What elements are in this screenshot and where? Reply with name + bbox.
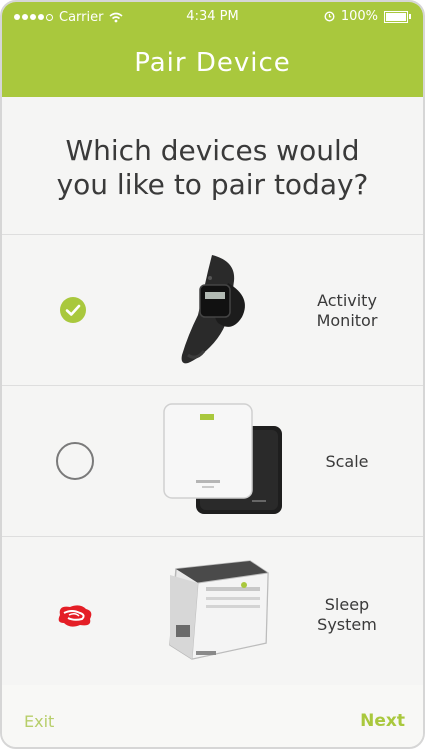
device-label: Scale: [325, 452, 369, 471]
device-row-activity-monitor[interactable]: Activity Monitor: [2, 235, 423, 385]
battery-tip: [409, 14, 411, 19]
alarm-icon: [324, 11, 335, 22]
device-row-sleep-system[interactable]: Sleep System: [2, 537, 423, 687]
sleep-system-device-icon: [169, 560, 269, 660]
page-title: Pair Device: [134, 48, 291, 78]
device-label: Sleep System: [317, 595, 377, 634]
battery-icon: [384, 10, 408, 23]
prompt-line-1: Which devices would: [65, 134, 360, 167]
exit-button[interactable]: Exit: [24, 712, 54, 731]
battery-group: 100%: [324, 9, 411, 24]
smart-scale-icon: [163, 403, 282, 514]
phone-screen: Carrier 4:34 PM 100% Pair Device Which d…: [0, 0, 425, 749]
prompt-line-2: you like to pair today?: [56, 168, 369, 201]
scribble-mark-icon[interactable]: [54, 601, 96, 629]
device-row-scale[interactable]: Scale: [2, 386, 423, 536]
footer-bar: Exit Next: [2, 685, 423, 747]
pair-prompt: Which devices would you like to pair tod…: [2, 134, 423, 202]
status-bar: Carrier 4:34 PM 100%: [2, 2, 423, 30]
activity-tracker-band-icon: [181, 255, 245, 364]
header-bar: Carrier 4:34 PM 100% Pair Device: [2, 2, 423, 97]
selected-check-icon[interactable]: [60, 297, 86, 323]
next-button[interactable]: Next: [360, 711, 405, 731]
device-label: Activity Monitor: [316, 291, 378, 330]
battery-percent: 100%: [340, 9, 378, 24]
unselected-radio-icon[interactable]: [56, 442, 94, 480]
